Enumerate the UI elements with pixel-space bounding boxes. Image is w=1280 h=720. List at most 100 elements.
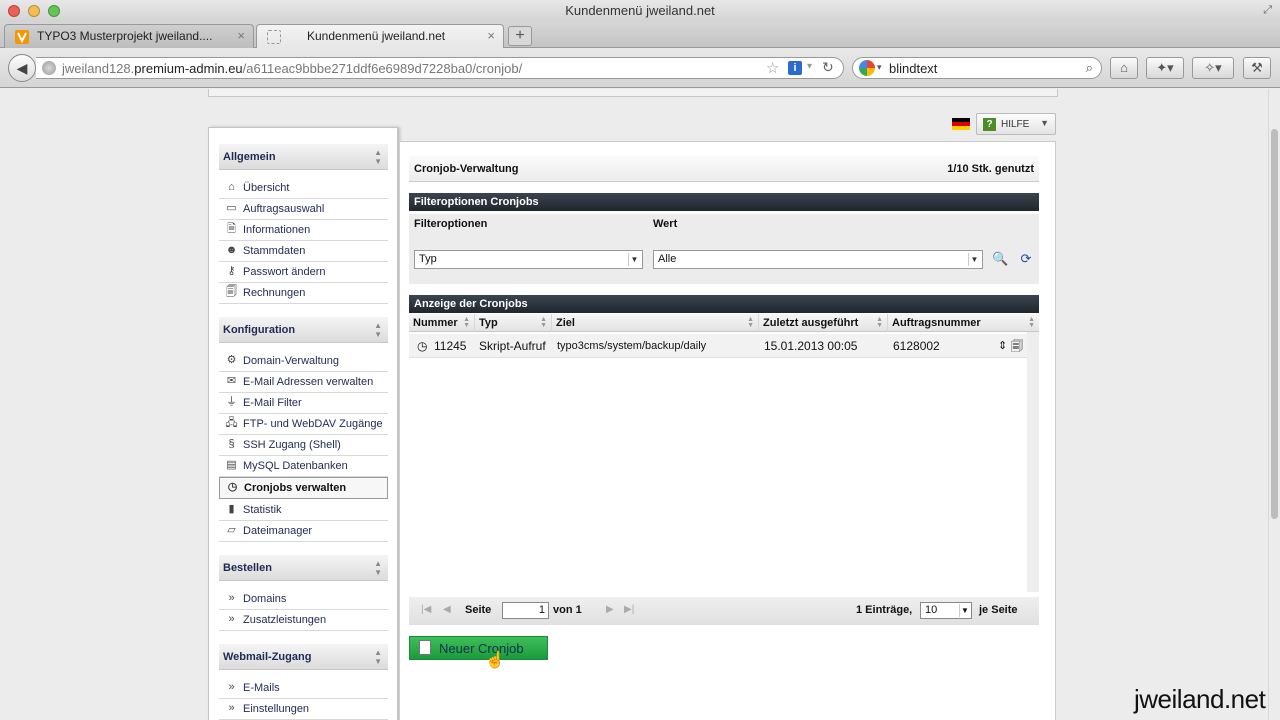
previous-page-icon[interactable]: ◀ [443, 604, 451, 615]
reset-refresh-icon[interactable]: ⟳ [1018, 251, 1034, 267]
close-tab-icon[interactable]: × [237, 25, 245, 47]
search-input[interactable]: blindtext [889, 61, 937, 76]
scrollbar-thumb[interactable] [1271, 129, 1278, 519]
last-page-icon[interactable]: ▶| [624, 604, 634, 615]
google-icon[interactable] [859, 60, 875, 76]
sort-icon: ▲ ▼ [747, 316, 754, 329]
user-icon: ☻ [225, 244, 238, 256]
search-icon[interactable]: 🔍 [992, 251, 1008, 267]
tab-typo3[interactable]: TYPO3 Musterprojekt jweiland.... × [4, 24, 254, 48]
first-page-icon[interactable]: |◀ [421, 604, 431, 615]
server-icon: 🖧 [225, 417, 238, 429]
bookmarks-button[interactable]: ✦▾ [1146, 57, 1184, 79]
double-arrow-icon: » [228, 702, 235, 714]
tab-kundenmenue[interactable]: Kundenmenü jweiland.net × [256, 24, 504, 49]
column-header-ziel[interactable]: Ziel ▲ ▼ [552, 314, 759, 332]
navigation-toolbar: ◀ jweiland128.premium-admin.eu/a611eac9b… [0, 48, 1280, 88]
entries-count: 1 Einträge, [856, 604, 913, 616]
column-header-nummer[interactable]: Nummer ▲ ▼ [409, 314, 475, 332]
pagination-bar: |◀ ◀ Seite 1 von 1 ▶ ▶| 1 Einträge, 10 ▼ … [409, 597, 1039, 625]
new-document-icon [419, 640, 431, 655]
url-bar[interactable]: jweiland128.premium-admin.eu/a611eac9bbb… [36, 57, 844, 79]
sidebar-item-email-filter[interactable]: ⏚ E-Mail Filter [219, 393, 388, 414]
reload-icon[interactable]: ↻ [822, 59, 834, 76]
collapse-arrows-icon[interactable]: ▲ ▼ [374, 317, 382, 339]
back-button[interactable]: ◀ [8, 54, 36, 82]
edit-document-icon[interactable]: 🗐 [1007, 334, 1025, 358]
chevron-down-icon: ▼ [1040, 118, 1049, 128]
close-window-button[interactable] [8, 5, 20, 17]
sidebar-item-ssh[interactable]: § SSH Zugang (Shell) [219, 435, 388, 456]
sidebar-item-stammdaten[interactable]: ☻ Stammdaten [219, 241, 388, 262]
search-bar[interactable]: ▾ blindtext ⌕ [852, 57, 1102, 79]
shell-icon: § [228, 438, 235, 450]
cell-nummer: 11245 [434, 339, 467, 353]
sidebar-item-dateimanager[interactable]: ▱ Dateimanager [219, 521, 388, 542]
info-icon[interactable]: i [788, 61, 802, 75]
move-updown-icon[interactable]: ⇕ [994, 334, 1008, 358]
sidebar-item-informationen[interactable]: 🗎 Informationen [219, 220, 388, 241]
addons-button[interactable]: ✧▾ [1192, 57, 1234, 79]
sidebar-item-emails[interactable]: » E-Mails [219, 678, 388, 699]
sidebar-item-zusatzleistungen[interactable]: » Zusatzleistungen [219, 610, 388, 631]
page-scrollbar[interactable] [1268, 89, 1280, 720]
sidebar-item-domain-verwaltung[interactable]: ⚙ Domain-Verwaltung [219, 351, 388, 372]
sidebar-item-cronjobs[interactable]: ◷ Cronjobs verwalten [219, 477, 388, 499]
minimize-window-button[interactable] [28, 5, 40, 17]
sidebar-item-domains[interactable]: » Domains [219, 589, 388, 610]
new-tab-button[interactable]: + [508, 26, 532, 46]
url-history-dropdown-icon[interactable]: ▾ [807, 61, 812, 72]
collapse-arrows-icon[interactable]: ▲ ▼ [374, 644, 382, 666]
fullscreen-icon[interactable]: ⤢ [1263, 4, 1272, 17]
tools-wrench-button[interactable]: ⚒ [1243, 57, 1271, 79]
search-icon[interactable]: ⌕ [1086, 60, 1093, 76]
sidebar-item-mysql[interactable]: ▤ MySQL Datenbanken [219, 456, 388, 477]
cell-ziel: typo3cms/system/backup/daily [557, 340, 707, 352]
new-cronjob-button[interactable]: Neuer Cronjob ☝ [409, 636, 548, 669]
document-icon: 🗎 [227, 223, 236, 235]
page-number-input[interactable]: 1 [502, 602, 549, 619]
sidebar: Allgemein ▲ ▼ ⌂ Übersicht ▭ Auftragsauswahl … [208, 127, 398, 720]
sidebar-item-einstellungen[interactable]: » Einstellungen [219, 699, 388, 720]
url-text: jweiland128.premium-admin.eu/a611eac9bbb… [62, 61, 523, 76]
home-button[interactable]: ⌂ [1110, 57, 1138, 79]
cell-auftragsnummer: 6128002 [893, 339, 940, 353]
column-header-auftragsnummer[interactable]: Auftragsnummer ▲ ▼ [888, 314, 1039, 332]
help-dropdown-button[interactable]: ? HILFE ▼ [976, 113, 1056, 135]
sidebar-item-ftp-webdav[interactable]: 🖧 FTP- und WebDAV Zugänge [219, 414, 388, 435]
folder-icon: ▱ [227, 524, 236, 536]
sidebar-item-statistik[interactable]: ▮ Statistik [219, 500, 388, 521]
sidebar-section-bestellen[interactable]: Bestellen ▲ ▼ [219, 555, 388, 581]
sidebar-section-konfiguration[interactable]: Konfiguration ▲ ▼ [219, 317, 388, 343]
close-tab-icon[interactable]: × [487, 25, 495, 47]
bookmark-star-icon[interactable]: ☆ [766, 59, 779, 77]
page-title: Cronjob-Verwaltung [414, 163, 519, 175]
tab-label: Kundenmenü jweiland.net [307, 29, 446, 43]
sidebar-section-webmail[interactable]: Webmail-Zugang ▲ ▼ [219, 644, 388, 670]
double-arrow-icon: » [228, 681, 235, 693]
per-page-select[interactable]: 10 ▼ [920, 602, 972, 619]
column-header-typ[interactable]: Typ ▲ ▼ [475, 314, 552, 332]
column-header-zuletzt[interactable]: Zuletzt ausgeführt ▲ ▼ [759, 314, 888, 332]
filter-value-select[interactable]: Alle ▼ [653, 250, 983, 269]
collapse-arrows-icon[interactable]: ▲ ▼ [374, 555, 382, 577]
german-flag-icon[interactable] [952, 118, 970, 130]
sidebar-item-auftragsauswahl[interactable]: ▭ Auftragsauswahl [219, 199, 388, 220]
zoom-window-button[interactable] [48, 5, 60, 17]
sidebar-item-passwort[interactable]: ⚷ Passwort ändern [219, 262, 388, 283]
sidebar-section-allgemein[interactable]: Allgemein ▲ ▼ [219, 144, 388, 170]
sidebar-item-rechnungen[interactable]: 🗐 Rechnungen [219, 283, 388, 304]
sidebar-item-uebersicht[interactable]: ⌂ Übersicht [219, 178, 388, 199]
next-page-icon[interactable]: ▶ [606, 604, 614, 615]
chevron-down-icon: ▼ [968, 253, 980, 266]
sort-icon: ▲ ▼ [463, 316, 470, 329]
sidebar-item-email-adressen[interactable]: ✉ E-Mail Adressen verwalten [219, 372, 388, 393]
table-row[interactable]: ◷ 11245 Skript-Aufruf typo3cms/system/ba… [409, 334, 1027, 358]
page-content: ? HILFE ▼ Allgemein ▲ ▼ ⌂ Übersicht ▭ Auftra… [0, 89, 1268, 720]
search-engine-dropdown-icon[interactable]: ▾ [877, 62, 882, 73]
table-header: Nummer ▲ ▼ Typ ▲ ▼ Ziel ▲ ▼ Zuletzt ausgeführt… [409, 314, 1039, 332]
page-label: Seite [465, 604, 492, 616]
filter-type-select[interactable]: Typ ▼ [414, 250, 643, 269]
filter-icon: ⏚ [226, 396, 237, 408]
collapse-arrows-icon[interactable]: ▲ ▼ [374, 144, 382, 166]
